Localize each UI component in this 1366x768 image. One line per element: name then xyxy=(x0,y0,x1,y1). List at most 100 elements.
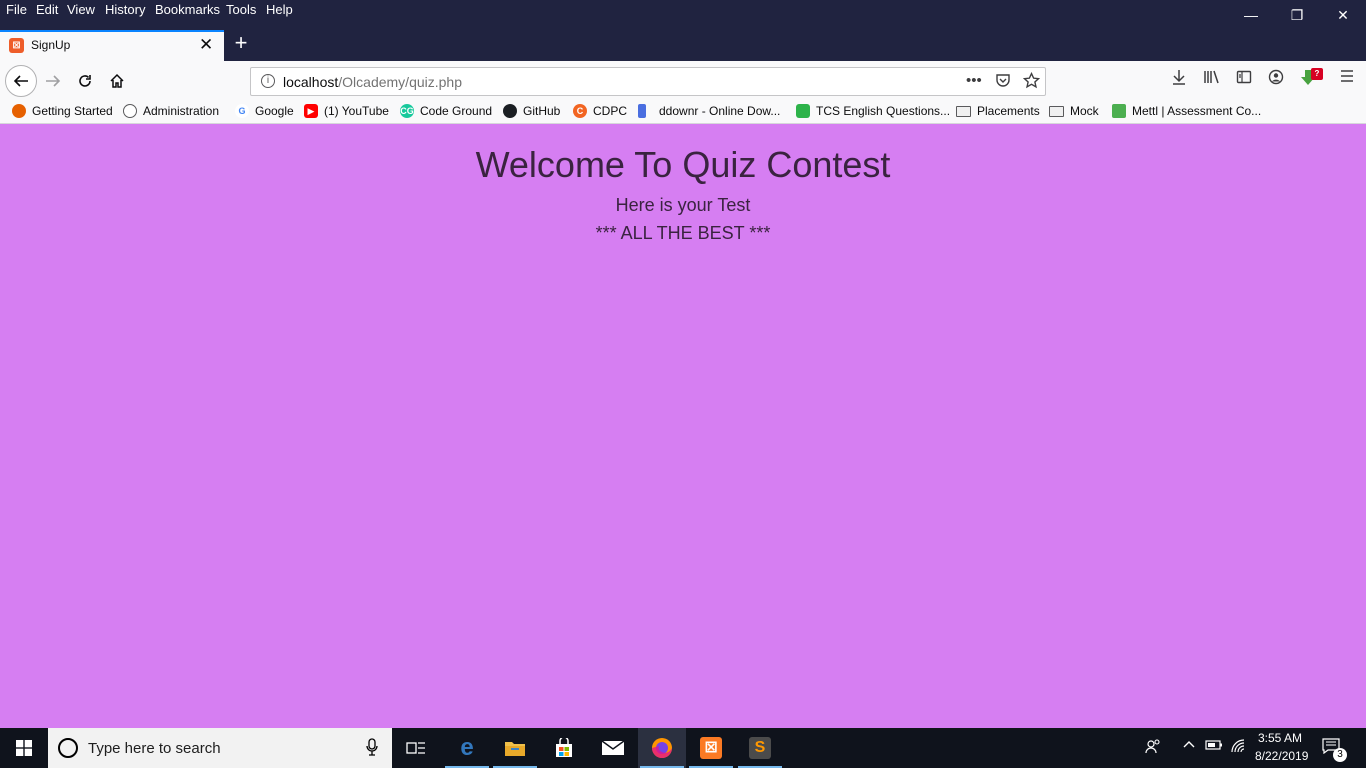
ddownr-icon xyxy=(638,104,646,118)
library-icon[interactable] xyxy=(1203,69,1221,90)
wifi-icon[interactable] xyxy=(1230,738,1246,757)
restore-button[interactable]: ❐ xyxy=(1274,0,1320,30)
pocket-icon[interactable] xyxy=(995,72,1011,92)
clock-time[interactable]: 3:55 AM xyxy=(1258,731,1302,745)
taskbar-file-explorer[interactable] xyxy=(491,728,539,768)
close-icon: ✕ xyxy=(1337,6,1349,23)
menu-history[interactable]: History xyxy=(105,2,145,17)
cortana-icon xyxy=(58,738,78,758)
bookmark-github[interactable]: GitHub xyxy=(503,104,560,118)
bookmark-getting-started[interactable]: Getting Started xyxy=(12,104,113,118)
taskbar-sublime-text[interactable]: S xyxy=(736,728,784,768)
taskbar-firefox[interactable] xyxy=(638,728,686,768)
url-host: localhost xyxy=(283,74,339,90)
bookmark-label: ddownr - Online Dow... xyxy=(659,104,781,118)
bookmark-label: Getting Started xyxy=(32,104,113,118)
edge-icon: e xyxy=(460,734,474,761)
start-button[interactable] xyxy=(0,728,48,768)
account-icon[interactable] xyxy=(1268,69,1284,90)
bookmark-label: Placements xyxy=(977,104,1040,118)
reload-button[interactable] xyxy=(71,67,99,95)
bookmark-label: Code Ground xyxy=(420,104,493,118)
tcs-icon xyxy=(796,104,810,118)
page-subtitle: Here is your Test xyxy=(615,195,751,215)
bookmark-label: (1) YouTube xyxy=(324,104,389,118)
menu-view[interactable]: View xyxy=(67,2,95,17)
bookmark-star-icon[interactable] xyxy=(1022,71,1041,93)
tab-close-button[interactable]: ✕ xyxy=(199,36,213,53)
menu-bookmarks[interactable]: Bookmarks xyxy=(155,2,220,17)
page-actions-icon[interactable]: ••• xyxy=(966,72,982,89)
taskbar-search-box[interactable]: Type here to search xyxy=(48,728,392,768)
task-view-icon xyxy=(406,742,425,754)
menu-tools[interactable]: Tools xyxy=(226,2,256,17)
taskbar-mail[interactable] xyxy=(589,728,637,768)
search-placeholder: Type here to search xyxy=(88,740,221,757)
url-bar[interactable]: i localhost/Olcademy/quiz.php ••• xyxy=(250,67,1046,96)
info-icon[interactable]: i xyxy=(261,74,275,88)
menu-bar: File Edit View History Bookmarks Tools H… xyxy=(0,0,1366,30)
clock-date[interactable]: 8/22/2019 xyxy=(1255,749,1308,763)
google-icon: G xyxy=(235,104,249,118)
bookmark-mettl[interactable]: Mettl | Assessment Co... xyxy=(1112,104,1261,118)
bookmark-label: Mock xyxy=(1070,104,1099,118)
close-window-button[interactable]: ✕ xyxy=(1320,0,1366,30)
restore-icon: ❐ xyxy=(1290,6,1304,23)
bookmark-ddownr[interactable]: ddownr - Online Dow... xyxy=(638,104,780,118)
windows-taskbar: Type here to search e ⊠ S 3:55 AM 8/22/2… xyxy=(0,728,1366,768)
firefox-icon xyxy=(12,104,26,118)
menu-edit[interactable]: Edit xyxy=(36,2,58,17)
file-explorer-icon xyxy=(505,742,525,756)
github-icon xyxy=(503,104,517,118)
chevron-up-icon[interactable] xyxy=(1182,737,1196,754)
sidebar-icon[interactable] xyxy=(1236,69,1252,90)
forward-button[interactable] xyxy=(39,67,67,95)
bookmark-label: Mettl | Assessment Co... xyxy=(1132,104,1262,118)
url-text[interactable]: localhost/Olcademy/quiz.php xyxy=(283,74,462,90)
taskbar-edge[interactable]: e xyxy=(443,728,491,768)
battery-icon[interactable] xyxy=(1205,738,1223,755)
tab-title: SignUp xyxy=(31,38,71,52)
bookmark-label: Google xyxy=(255,104,294,118)
menu-file[interactable]: File xyxy=(6,2,27,17)
bookmarks-toolbar: Getting Started Administration G Google ▶… xyxy=(0,101,1366,124)
bookmark-administration[interactable]: Administration xyxy=(123,104,219,118)
new-tab-button[interactable]: + xyxy=(229,32,253,56)
cdpc-icon: C xyxy=(573,104,587,118)
bookmark-tcs-english[interactable]: TCS English Questions... xyxy=(796,104,950,118)
menu-help[interactable]: Help xyxy=(266,2,293,17)
microphone-icon[interactable] xyxy=(366,738,378,761)
task-view-button[interactable] xyxy=(392,728,440,768)
folder-icon xyxy=(1049,105,1064,117)
back-arrow-icon xyxy=(13,75,28,87)
people-icon[interactable] xyxy=(1145,738,1161,757)
forward-arrow-icon xyxy=(46,75,61,87)
youtube-icon: ▶ xyxy=(304,104,318,118)
downloads-icon[interactable] xyxy=(1171,69,1187,90)
bookmark-cdpc[interactable]: C CDPC xyxy=(573,104,627,118)
page-content: Welcome To Quiz Contest Here is your Tes… xyxy=(0,124,1366,728)
code-ground-icon: CG xyxy=(400,104,414,118)
taskbar-store[interactable] xyxy=(540,728,588,768)
globe-icon xyxy=(123,104,137,118)
bookmark-folder-mock[interactable]: Mock xyxy=(1049,104,1099,118)
folder-icon xyxy=(956,105,971,117)
back-button[interactable] xyxy=(5,65,37,97)
tab-signup[interactable]: ⊠ SignUp ✕ xyxy=(0,30,224,61)
bookmark-label: TCS English Questions... xyxy=(816,104,951,118)
url-path: /Olcademy/quiz.php xyxy=(338,74,462,90)
hamburger-menu-icon[interactable] xyxy=(1340,69,1354,88)
tab-strip: ⊠ SignUp ✕ + xyxy=(0,30,1366,61)
minimize-button[interactable]: — xyxy=(1228,0,1274,30)
home-icon xyxy=(110,73,124,88)
bookmark-youtube[interactable]: ▶ (1) YouTube xyxy=(304,104,389,118)
bookmark-code-ground[interactable]: CG Code Ground xyxy=(400,104,492,118)
taskbar-xampp[interactable]: ⊠ xyxy=(687,728,735,768)
navigation-bar: i localhost/Olcademy/quiz.php ••• ? xyxy=(0,61,1366,101)
windows-logo-icon xyxy=(16,740,32,756)
home-button[interactable] xyxy=(103,67,131,95)
bookmark-google[interactable]: G Google xyxy=(235,104,294,118)
page-title: Welcome To Quiz Contest xyxy=(475,144,891,185)
bookmark-folder-placements[interactable]: Placements xyxy=(956,104,1040,118)
extension-badge: ? xyxy=(1311,68,1323,80)
